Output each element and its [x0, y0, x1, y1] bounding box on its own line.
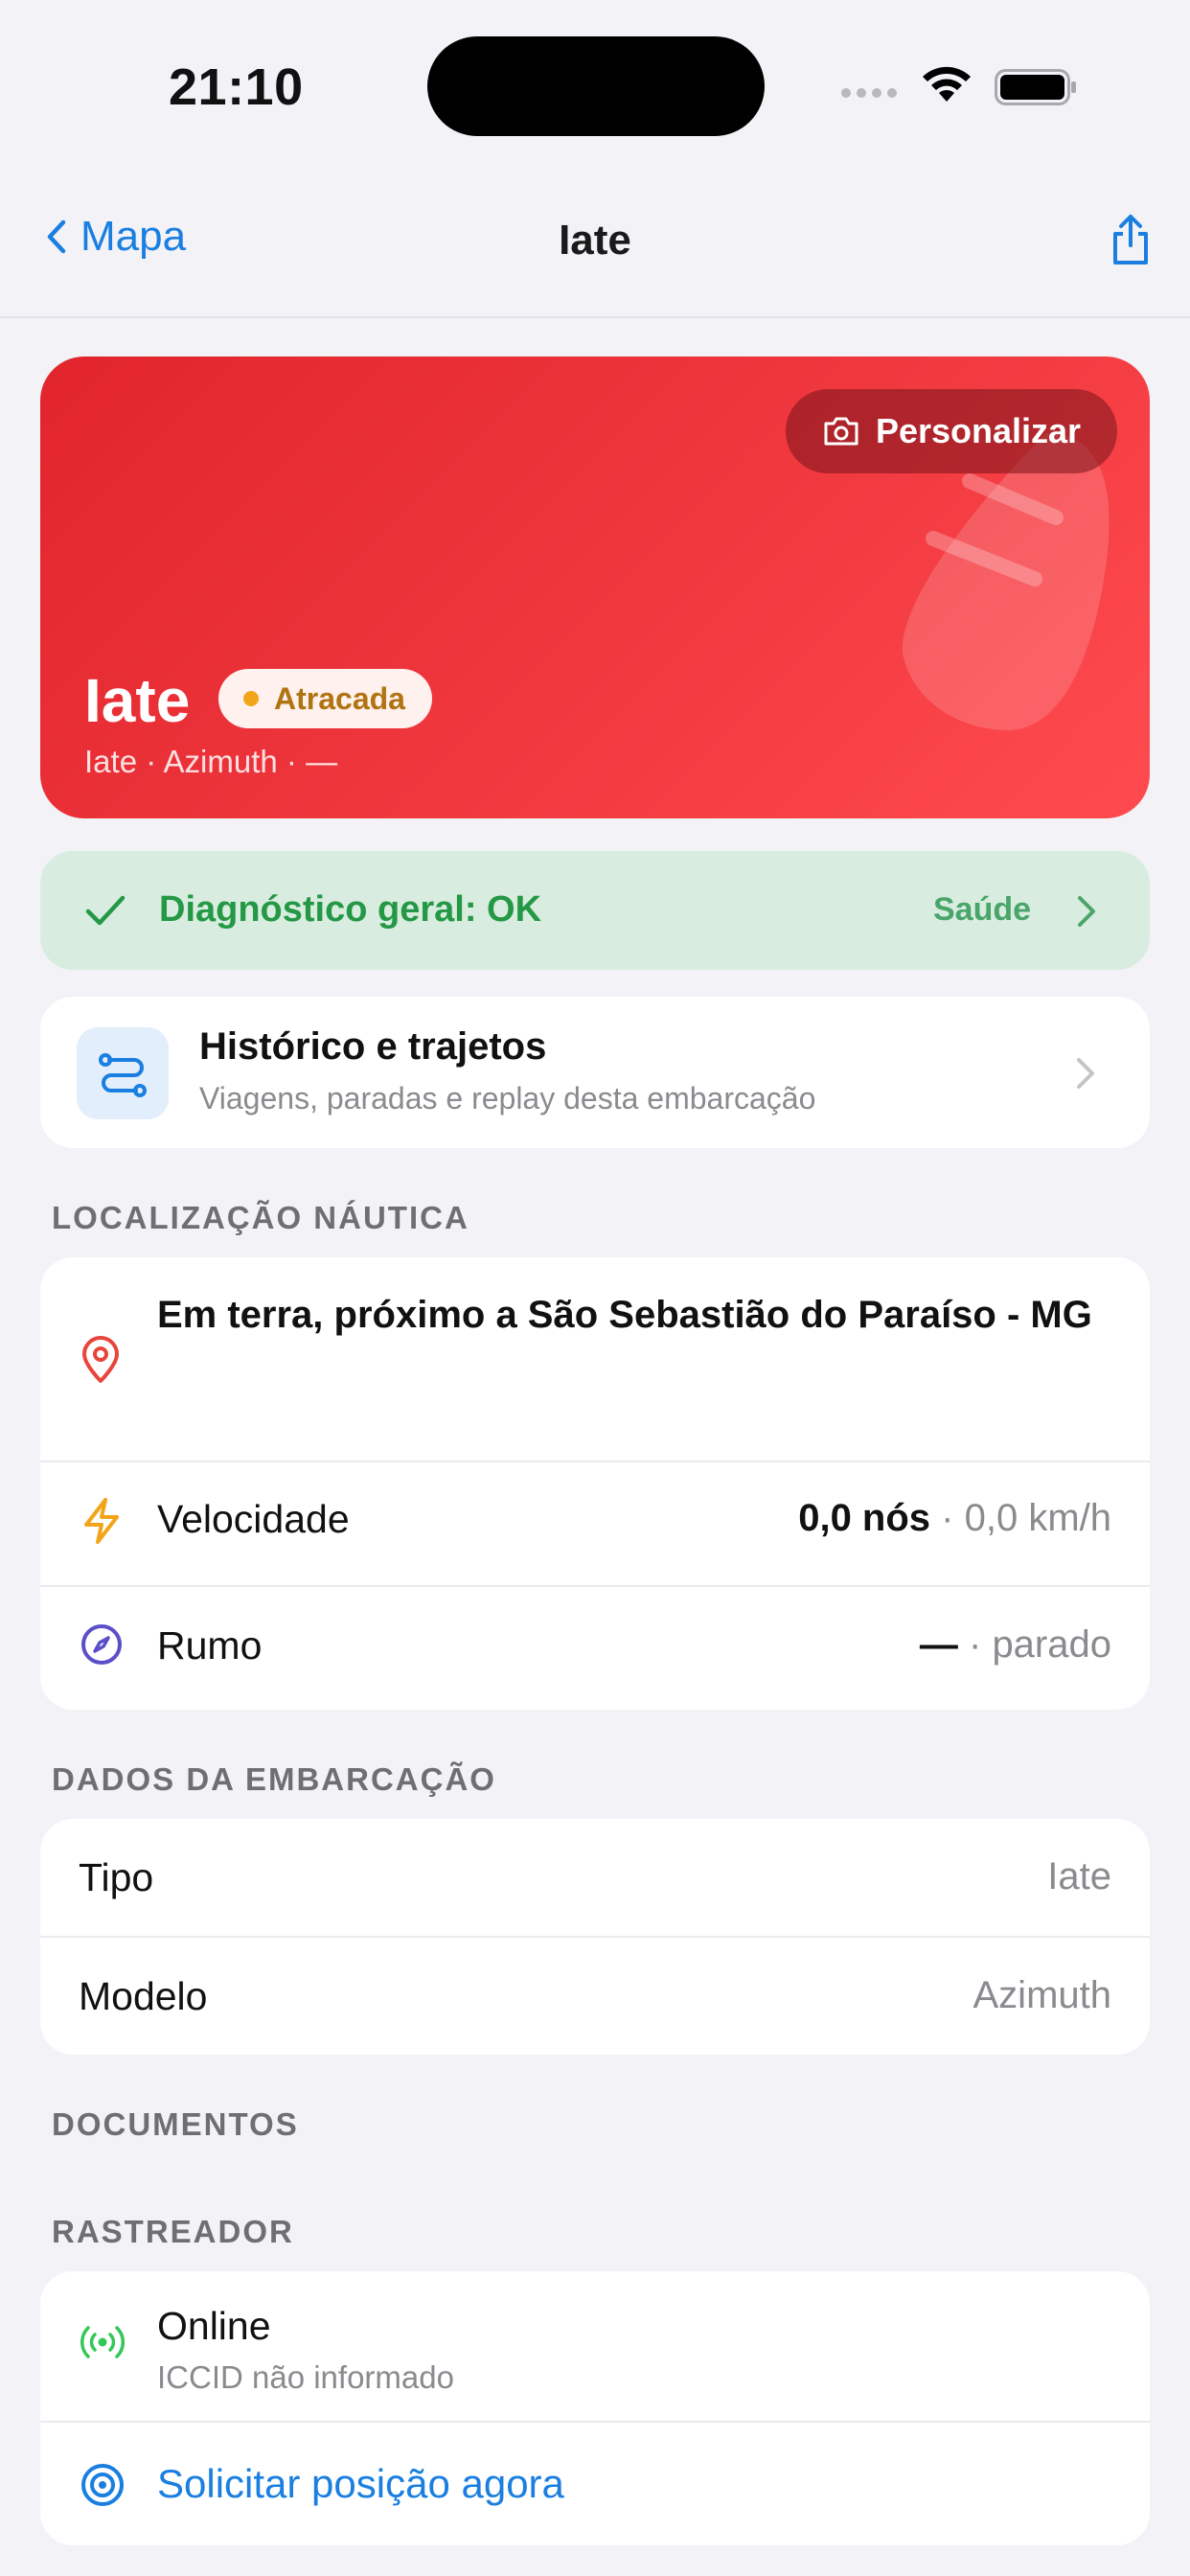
diagnostic-banner[interactable]: Diagnóstico geral: OK Saúde	[40, 851, 1150, 970]
row-divider	[40, 1936, 1150, 1938]
status-badge-label: Atracada	[274, 680, 405, 716]
location-card: Em terra, próximo a São Sebastião do Par…	[40, 1257, 1150, 1710]
status-badge: Atracada	[218, 669, 432, 728]
type-label: Tipo	[79, 1855, 154, 1899]
route-icon	[99, 1053, 147, 1097]
history-title: Histórico e trajetos	[199, 1025, 547, 1068]
tracker-iccid: ICCID não informado	[157, 2359, 454, 2395]
broadcast-icon	[80, 2326, 125, 2358]
heading-value: — · parado	[920, 1623, 1111, 1667]
chevron-right-icon	[1077, 1058, 1094, 1089]
section-header-location: LOCALIZAÇÃO NÁUTICA	[52, 1200, 469, 1235]
battery-icon	[995, 69, 1076, 105]
chevron-right-icon	[1078, 896, 1095, 927]
tracker-card: Online ICCID não informado Solicitar pos…	[40, 2271, 1150, 2545]
personalize-button[interactable]: Personalizar	[786, 389, 1117, 473]
camera-icon	[824, 417, 858, 446]
row-divider	[40, 2421, 1150, 2423]
vessel-data-card: Tipo Iate Modelo Azimuth	[40, 1819, 1150, 2055]
section-header-tracker: RASTREADOR	[52, 2214, 294, 2249]
nav-divider	[0, 316, 1190, 318]
speed-value-knots: 0,0 nós	[798, 1497, 931, 1539]
model-label: Modelo	[79, 1974, 208, 2018]
location-pin-icon	[82, 1336, 119, 1383]
row-divider	[40, 1460, 1150, 1462]
target-icon	[81, 2464, 124, 2506]
vessel-name: Iate	[84, 666, 191, 735]
speed-value: 0,0 nós · 0,0 km/h	[798, 1497, 1111, 1540]
history-icon-box	[77, 1027, 169, 1119]
heading-label: Rumo	[157, 1623, 263, 1668]
location-text: Em terra, próximo a São Sebastião do Par…	[157, 1294, 1092, 1336]
model-value: Azimuth	[973, 1974, 1112, 2016]
tracker-status: Online	[157, 2304, 271, 2348]
status-dot	[243, 691, 259, 706]
diagnostic-text: Diagnóstico geral: OK	[159, 889, 542, 930]
cellular-signal-icon	[841, 88, 897, 98]
section-header-documents: DOCUMENTOS	[52, 2106, 299, 2142]
vessel-hero-card: Personalizar Iate Atracada Iate · Azimut…	[40, 356, 1150, 818]
type-value: Iate	[1047, 1855, 1111, 1898]
section-header-vessel-data: DADOS DA EMBARCAÇÃO	[52, 1761, 496, 1797]
health-link[interactable]: Saúde	[933, 891, 1031, 929]
page-title: Iate	[559, 217, 631, 264]
checkmark-icon	[85, 895, 126, 926]
personalize-label: Personalizar	[875, 411, 1082, 450]
vessel-subtitle: Iate · Azimuth · —	[84, 744, 338, 779]
row-divider	[40, 1585, 1150, 1587]
history-subtitle: Viagens, paradas e replay desta embarcaç…	[199, 1081, 816, 1116]
dynamic-island	[427, 36, 765, 136]
heading-value-state: · parado	[957, 1623, 1111, 1666]
share-icon[interactable]	[1108, 213, 1154, 266]
history-card[interactable]: Histórico e trajetos Viagens, paradas e …	[40, 997, 1150, 1148]
speed-label: Velocidade	[157, 1497, 350, 1541]
wifi-icon	[923, 66, 971, 102]
request-position-button[interactable]: Solicitar posição agora	[157, 2461, 564, 2507]
bolt-icon	[84, 1498, 119, 1544]
compass-icon	[81, 1624, 122, 1665]
speed-value-kmh: · 0,0 km/h	[930, 1497, 1111, 1539]
heading-value-degrees: —	[919, 1623, 958, 1666]
status-time: 21:10	[169, 58, 304, 116]
